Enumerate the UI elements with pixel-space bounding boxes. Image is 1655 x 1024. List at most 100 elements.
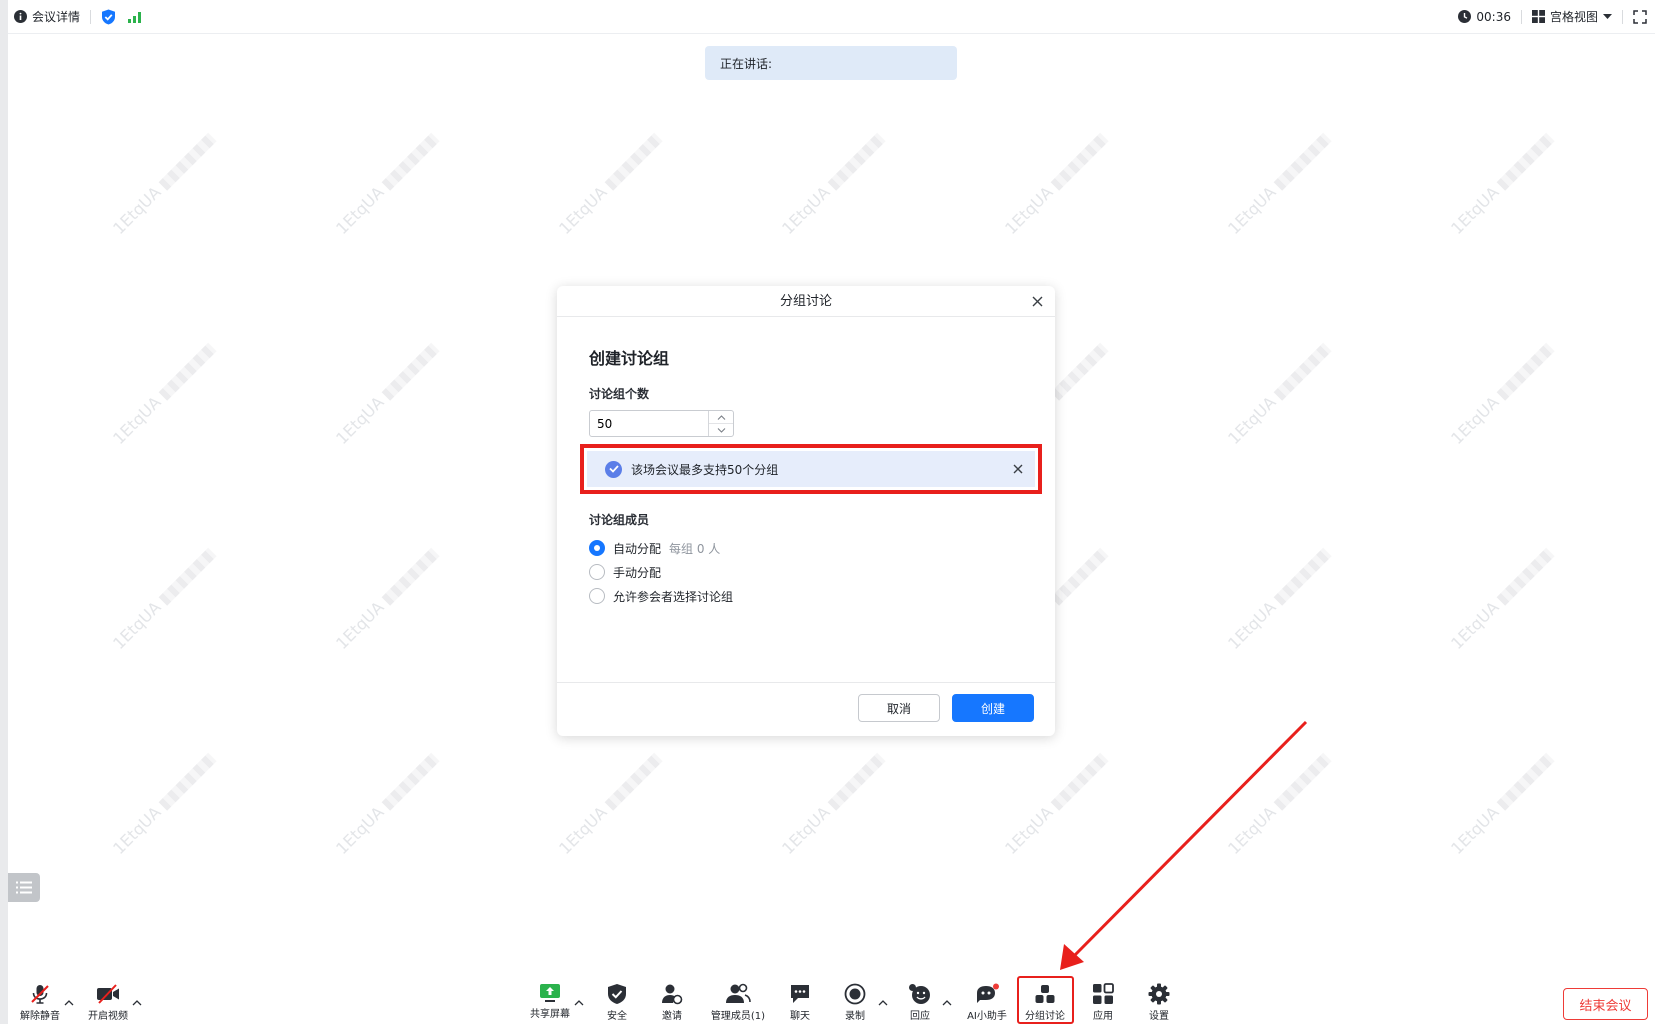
reaction-options-caret[interactable] — [942, 1000, 952, 1006]
fullscreen-icon[interactable] — [1633, 9, 1647, 24]
share-screen-icon — [540, 984, 560, 1002]
meeting-info-label: 会议详情 — [32, 10, 81, 24]
ai-assistant-label: AI小助手 — [967, 1011, 1007, 1022]
record-label: 录制 — [845, 1011, 865, 1022]
radio-self-select[interactable]: 允许参会者选择讨论组 — [589, 584, 733, 608]
watermark-text: 1EtqUA — [555, 129, 664, 238]
speaking-label: 正在讲话: — [720, 56, 773, 71]
group-count-stepper — [589, 410, 734, 437]
decrement-button[interactable] — [709, 424, 733, 436]
dialog-header: 分组讨论 — [557, 286, 1055, 317]
share-options-caret[interactable] — [574, 1000, 584, 1006]
security-label: 安全 — [607, 1011, 627, 1022]
watermark-text: 1EtqUA — [1001, 129, 1110, 238]
top-right-controls: 00:36 宫格视图 — [1458, 8, 1655, 25]
reaction-icon — [909, 984, 930, 1004]
chevron-down-icon — [1603, 13, 1612, 19]
watermark-text: 1EtqUA — [1224, 129, 1333, 238]
limit-notice: 该场会议最多支持50个分组 — [587, 451, 1035, 487]
radio-auto-assign[interactable]: 自动分配 每组 0 人 — [589, 536, 733, 560]
apps-icon — [1093, 983, 1114, 1004]
start-video-button[interactable]: 开启视频 — [76, 983, 140, 1024]
manage-members-label: 管理成员(1) — [710, 1011, 766, 1022]
share-screen-button[interactable]: 共享屏幕 — [518, 983, 582, 1024]
radio-manual-assign[interactable]: 手动分配 — [589, 560, 733, 584]
watermark-text: 1EtqUA — [1001, 749, 1110, 858]
divider — [1622, 9, 1623, 24]
shield-icon[interactable] — [101, 9, 116, 25]
watermark-text: 1EtqUA — [332, 339, 441, 448]
active-speaker-banner: 正在讲话: — [705, 46, 957, 80]
divider — [1520, 9, 1522, 24]
top-bar: 会议详情 00:36 宫格视图 — [8, 0, 1655, 34]
members-label: 讨论组成员 — [589, 513, 650, 527]
increment-button[interactable] — [709, 411, 733, 424]
apps-button[interactable]: 应用 — [1071, 983, 1135, 1024]
ai-assistant-icon — [977, 983, 999, 1003]
watermark-text: 1EtqUA — [1447, 749, 1556, 858]
close-icon — [1013, 464, 1023, 474]
share-screen-label: 共享屏幕 — [530, 1009, 570, 1020]
view-mode-dropdown[interactable]: 宫格视图 — [1531, 8, 1612, 25]
chevron-down-icon — [717, 427, 725, 433]
watermark-text: 1EtqUA — [1447, 129, 1556, 238]
dialog-footer: 取消 创建 — [557, 682, 1055, 736]
close-icon — [1032, 296, 1042, 307]
start-video-label: 开启视频 — [88, 1011, 128, 1022]
radio-label: 手动分配 — [613, 565, 662, 580]
manage-members-button[interactable]: 管理成员(1) — [703, 983, 773, 1024]
signal-icon[interactable] — [128, 11, 142, 23]
unmute-button[interactable]: 解除静音 — [8, 983, 72, 1024]
watermark-text: 1EtqUA — [109, 339, 218, 448]
chat-icon — [791, 985, 809, 1003]
info-icon — [14, 10, 27, 23]
invite-button[interactable]: 邀请 — [640, 983, 704, 1024]
watermark-text: 1EtqUA — [1224, 749, 1333, 858]
limit-notice-text: 该场会议最多支持50个分组 — [631, 462, 779, 477]
dialog-header-title: 分组讨论 — [779, 294, 832, 309]
dialog-body: 创建讨论组 讨论组个数 — [557, 317, 1055, 681]
audio-options-caret[interactable] — [64, 1000, 74, 1006]
invite-icon — [662, 984, 683, 1005]
notice-close-button[interactable] — [1013, 451, 1023, 487]
chevron-up-icon — [717, 414, 725, 420]
radio-button[interactable] — [589, 588, 605, 604]
video-options-caret[interactable] — [132, 1000, 142, 1006]
invite-label: 邀请 — [662, 1011, 682, 1022]
group-count-label: 讨论组个数 — [589, 387, 650, 401]
create-button[interactable]: 创建 — [952, 694, 1034, 722]
meeting-info-button[interactable]: 会议详情 — [14, 8, 80, 25]
grid-view-icon — [1531, 10, 1545, 23]
watermark-text: 1EtqUA — [778, 129, 887, 238]
group-count-input[interactable] — [590, 411, 708, 436]
watermark-text: 1EtqUA — [1447, 544, 1556, 653]
radio-button[interactable] — [589, 564, 605, 580]
check-circle-icon — [605, 460, 622, 478]
record-icon — [844, 983, 866, 1005]
watermark-text: 1EtqUA — [1224, 339, 1333, 448]
watermark-text: 1EtqUA — [332, 749, 441, 858]
apps-label: 应用 — [1093, 1011, 1113, 1022]
members-section: 讨论组成员 自动分配 每组 0 人 手动分配 允许参会者选择讨论组 — [589, 511, 733, 608]
watermark-text: 1EtqUA — [109, 544, 218, 653]
ai-assistant-button[interactable]: AI小助手 — [955, 983, 1019, 1024]
list-icon — [16, 881, 32, 894]
participant-list-toggle[interactable] — [8, 873, 40, 902]
unmute-label: 解除静音 — [20, 1011, 60, 1022]
dialog-close-button[interactable] — [1028, 286, 1046, 317]
watermark-text: 1EtqUA — [332, 544, 441, 653]
members-icon — [726, 983, 751, 1003]
radio-button[interactable] — [589, 540, 605, 556]
watermark-text: 1EtqUA — [1447, 339, 1556, 448]
radio-label: 自动分配 — [613, 541, 662, 556]
window-edge — [0, 0, 8, 1024]
security-shield-icon — [608, 984, 626, 1004]
cancel-button[interactable]: 取消 — [858, 694, 940, 722]
watermark-text: 1EtqUA — [109, 749, 218, 858]
stepper-arrows — [708, 411, 733, 436]
record-options-caret[interactable] — [878, 1000, 888, 1006]
watermark-text: 1EtqUA — [332, 129, 441, 238]
settings-button[interactable]: 设置 — [1127, 983, 1191, 1024]
end-meeting-button[interactable]: 结束会议 — [1563, 988, 1648, 1020]
watermark-text: 1EtqUA — [1224, 544, 1333, 653]
